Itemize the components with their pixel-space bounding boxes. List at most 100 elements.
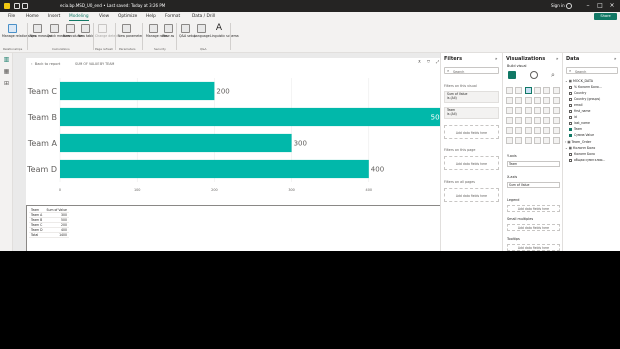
checkbox[interactable]: [569, 133, 572, 137]
linguistic-schema-button[interactable]: A Linguistic schema: [210, 23, 239, 47]
area-chart-icon[interactable]: [515, 97, 523, 104]
legend-drop[interactable]: Add data fields here: [507, 205, 560, 212]
table-node-measures[interactable]: ⌄ ▦ Колонн Боло: [565, 146, 595, 150]
field-item[interactable]: id: [569, 115, 577, 119]
report-view-icon[interactable]: ▥: [3, 56, 10, 63]
minimize-icon[interactable]: –: [584, 2, 592, 10]
back-to-report-button[interactable]: ‹ Back to report: [31, 62, 60, 66]
table-view-icon[interactable]: ▦: [3, 68, 10, 75]
checkbox[interactable]: [569, 85, 572, 89]
close-icon[interactable]: ×: [608, 2, 616, 10]
checkbox[interactable]: [569, 115, 572, 119]
line-clustered-icon[interactable]: [543, 97, 551, 104]
tooltips-drop[interactable]: Add data fields here: [507, 244, 560, 251]
new-measure-button[interactable]: New measure: [30, 23, 52, 47]
menu-optimize[interactable]: Optimize: [118, 14, 137, 19]
field-item[interactable]: Country (groups): [569, 97, 600, 101]
stacked-column-icon[interactable]: [515, 87, 523, 94]
table-visual-icon[interactable]: [524, 127, 532, 134]
account-icon[interactable]: [566, 3, 572, 9]
waterfall-icon[interactable]: [506, 107, 513, 114]
decomposition-tree-icon[interactable]: [515, 137, 523, 144]
checkbox[interactable]: [569, 152, 572, 156]
data-search-input[interactable]: ⌕ Search: [566, 67, 618, 74]
stacked-bar-icon[interactable]: [506, 87, 513, 94]
menu-insert[interactable]: Insert: [48, 14, 60, 19]
field-item[interactable]: % Колонн Боло...: [569, 85, 602, 89]
field-item[interactable]: Team: [569, 127, 582, 131]
paginated-icon[interactable]: [543, 137, 551, 144]
manage-roles-button[interactable]: Manage roles: [146, 23, 167, 47]
quick-measure-button[interactable]: Quick measure: [47, 23, 71, 47]
field-item[interactable]: Колонн Боло: [569, 152, 595, 156]
undo-icon[interactable]: [22, 3, 28, 9]
clustered-bar-icon[interactable]: [524, 87, 532, 94]
collapse-icon[interactable]: »: [614, 56, 616, 61]
all-pages-filter-drop[interactable]: Add data fields here: [444, 188, 499, 202]
column-header[interactable]: Sum of Value: [44, 208, 69, 213]
field-item[interactable]: Сумма Value: [569, 133, 594, 137]
bar[interactable]: [60, 81, 215, 101]
menu-file[interactable]: File: [8, 14, 15, 19]
new-table-button[interactable]: New table: [78, 23, 94, 47]
change-detect-button[interactable]: Change detect: [95, 23, 118, 47]
kpi-icon[interactable]: [506, 127, 513, 134]
checkbox[interactable]: [569, 97, 572, 101]
treemap-icon[interactable]: [552, 107, 560, 114]
share-button[interactable]: Share: [594, 13, 617, 20]
analytics-icon[interactable]: ⌕: [551, 71, 559, 79]
new-parameter-button[interactable]: New parameter: [118, 23, 143, 47]
checkbox[interactable]: [569, 127, 572, 131]
stacked-area-icon[interactable]: [524, 97, 532, 104]
clustered-column-icon[interactable]: [533, 87, 541, 94]
pin-icon[interactable]: ⊼: [418, 59, 421, 64]
donut-icon[interactable]: [543, 107, 551, 114]
more-visuals-icon[interactable]: [552, 137, 560, 144]
x-axis-field-well[interactable]: Sum of Value: [507, 182, 560, 188]
save-icon[interactable]: [14, 3, 20, 9]
view-as-button[interactable]: View as: [162, 23, 174, 47]
field-item[interactable]: общая сумм клио...: [569, 158, 605, 162]
build-visual-icon[interactable]: [508, 71, 516, 79]
map-icon[interactable]: [506, 117, 513, 124]
checkbox[interactable]: [569, 91, 572, 95]
narrative-icon[interactable]: [533, 137, 541, 144]
y-axis-field-well[interactable]: Team: [507, 161, 560, 167]
page-filter-drop[interactable]: Add data fields here: [444, 156, 499, 170]
qa-visual-icon[interactable]: [524, 137, 532, 144]
bar[interactable]: [60, 159, 369, 179]
menu-help[interactable]: Help: [146, 14, 156, 19]
python-visual-icon[interactable]: [552, 127, 560, 134]
shape-map-icon[interactable]: [524, 117, 532, 124]
table-node-mock-data[interactable]: ⌄ ▦ MOCK_DATA: [565, 79, 593, 83]
format-visual-icon[interactable]: [530, 71, 538, 79]
field-item[interactable]: email: [569, 103, 583, 107]
filter-icon[interactable]: ⛉: [427, 59, 430, 64]
filter-card-sum-of-value[interactable]: Sum of Value is (All): [444, 91, 499, 103]
filters-search-input[interactable]: ⌕ Search: [444, 67, 499, 74]
menu-view[interactable]: View: [99, 14, 109, 19]
menu-home[interactable]: Home: [26, 14, 39, 19]
qa-setup-button[interactable]: Q&A setup: [179, 23, 196, 47]
collapse-icon[interactable]: »: [556, 56, 558, 61]
model-view-icon[interactable]: ⊞: [3, 80, 10, 87]
matrix-icon[interactable]: [533, 127, 541, 134]
r-visual-icon[interactable]: [543, 127, 551, 134]
data-table-visual[interactable]: Team Sum of Value Team A 300 Team B 500 Te…: [26, 205, 450, 251]
gauge-icon[interactable]: [533, 117, 541, 124]
focus-mode-visual[interactable]: ‹ Back to report SUM OF VALUE BY TEAM ⊼ …: [26, 58, 452, 251]
manage-relationships-button[interactable]: Manage relationships: [2, 23, 36, 47]
100-bar-icon[interactable]: [543, 87, 551, 94]
ribbon-chart-icon[interactable]: [552, 97, 560, 104]
scatter-icon[interactable]: [524, 107, 532, 114]
checkbox[interactable]: [569, 121, 572, 125]
key-influencers-icon[interactable]: [506, 137, 513, 144]
line-column-icon[interactable]: [533, 97, 541, 104]
field-item[interactable]: last_name: [569, 121, 590, 125]
card-icon[interactable]: [543, 117, 551, 124]
menu-modeling[interactable]: Modeling: [69, 14, 89, 21]
visual-filter-drop[interactable]: Add data fields here: [444, 125, 499, 139]
multi-row-card-icon[interactable]: [552, 117, 560, 124]
maximize-icon[interactable]: □: [596, 2, 604, 10]
100-column-icon[interactable]: [552, 87, 560, 94]
